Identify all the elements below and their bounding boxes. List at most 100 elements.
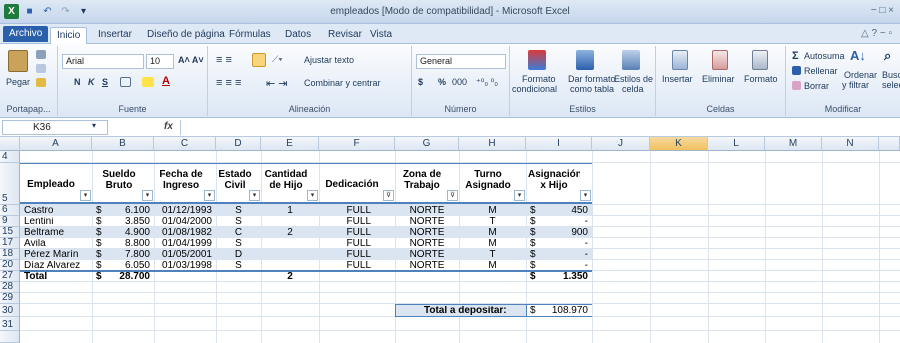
underline-button[interactable]: S (102, 77, 108, 87)
column-header-n[interactable]: N (822, 137, 879, 151)
cell-turno[interactable]: M (459, 206, 526, 216)
column-header-h[interactable]: H (459, 137, 526, 151)
cell-zona[interactable]: NORTE (395, 250, 459, 260)
cell-hijos[interactable]: 1 (261, 206, 319, 216)
percent-button[interactable]: % (438, 77, 446, 87)
cell-sueldo[interactable]: 6.100 (104, 206, 150, 216)
cell-estado[interactable]: S (216, 239, 261, 249)
name-box-dropdown-icon[interactable]: ▾ (92, 121, 96, 130)
help-icon[interactable]: △ ? − ▫ (861, 28, 892, 39)
cell-fecha[interactable]: 01/08/1982 (158, 228, 212, 238)
filter-dropdown-icon[interactable]: ▾ (80, 190, 91, 201)
indent-icon[interactable]: ⇤ ⇥ (266, 77, 288, 90)
cell-sueldo[interactable]: 3.850 (104, 217, 150, 227)
row-header-32[interactable] (0, 331, 20, 343)
filter-dropdown-icon[interactable]: ▾ (580, 190, 591, 201)
cell-asignacion[interactable]: 900 (538, 228, 588, 238)
column-header-g[interactable]: G (395, 137, 459, 151)
format-table-label-1[interactable]: Dar formato (568, 74, 616, 84)
format-table-icon[interactable] (576, 50, 594, 70)
align-top-icon[interactable]: ≡ ≡ (216, 54, 232, 66)
conditional-format-label-1[interactable]: Formato (522, 74, 556, 84)
align-left-icon[interactable]: ≡ ≡ ≡ (216, 77, 241, 89)
cell-dedicacion[interactable]: FULL (321, 206, 371, 216)
conditional-format-icon[interactable] (528, 50, 546, 70)
cell-zona[interactable]: NORTE (395, 228, 459, 238)
cell-empleado[interactable]: Lentini (24, 217, 90, 227)
font-size-select[interactable]: 10 (146, 54, 174, 69)
column-header-e[interactable]: E (261, 137, 319, 151)
cell-estado[interactable]: D (216, 250, 261, 260)
find-label-1[interactable]: Buscar y (882, 70, 900, 80)
bold-button[interactable]: N (74, 77, 81, 87)
filter-dropdown-icon[interactable]: ▾ (514, 190, 525, 201)
row-header-30[interactable]: 30 (0, 304, 20, 317)
column-header-c[interactable]: C (154, 137, 216, 151)
cell-estado[interactable]: C (216, 228, 261, 238)
row-header-29[interactable]: 29 (0, 292, 20, 304)
tab-diseno-pagina[interactable]: Diseño de página (141, 27, 231, 44)
cell-dedicacion[interactable]: FULL (321, 217, 371, 227)
cell-hijos[interactable]: 2 (261, 228, 319, 238)
conditional-format-label-2[interactable]: condicional (512, 84, 557, 94)
cell-turno[interactable]: T (459, 217, 526, 227)
format-table-label-2[interactable]: como tabla (570, 84, 614, 94)
column-header-f[interactable]: F (319, 137, 395, 151)
window-controls[interactable]: − □ × (871, 5, 894, 16)
filter-dropdown-icon[interactable]: ▾ (249, 190, 260, 201)
cell-estado[interactable]: S (216, 217, 261, 227)
cell-empleado[interactable]: Pérez Marín (24, 250, 90, 260)
cut-icon[interactable] (36, 50, 46, 59)
row-header-31[interactable]: 31 (0, 317, 20, 331)
fx-icon[interactable]: fx (164, 121, 173, 132)
cell-styles-label-1[interactable]: Estilos de (614, 74, 653, 84)
cell-fecha[interactable]: 01/05/2001 (158, 250, 212, 260)
filter-active-icon[interactable]: ⊽ (447, 190, 458, 201)
find-label-2[interactable]: seleccionar (882, 80, 900, 90)
cell-zona[interactable]: NORTE (395, 206, 459, 216)
spreadsheet-grid[interactable]: A B C D E F G H I J K L M N 4 5 6 9 15 1… (0, 137, 900, 343)
italic-button[interactable]: K (88, 77, 95, 87)
delete-button[interactable]: Eliminar (702, 74, 735, 84)
fill-icon[interactable] (792, 66, 801, 75)
column-header-d[interactable]: D (216, 137, 261, 151)
cell-styles-label-2[interactable]: celda (622, 84, 644, 94)
align-middle-icon[interactable] (252, 53, 266, 67)
insert-cells-icon[interactable] (672, 50, 688, 70)
fill-button[interactable]: Rellenar (804, 66, 838, 76)
cell-asignacion[interactable]: - (538, 239, 588, 249)
formula-input[interactable] (180, 120, 896, 135)
decimals-icon[interactable]: ⁺⁰₀ ⁰₀ (476, 77, 498, 88)
cell-empleado[interactable]: Beltrame (24, 228, 90, 238)
column-header-k[interactable]: K (650, 137, 708, 151)
autosum-button[interactable]: Autosuma (804, 51, 845, 61)
select-all-corner[interactable] (0, 137, 20, 151)
cell-zona[interactable]: NORTE (395, 217, 459, 227)
find-icon[interactable]: ⌕ (884, 48, 891, 64)
thousands-button[interactable]: 000 (452, 77, 467, 87)
cell-zona[interactable]: NORTE (395, 239, 459, 249)
cell-sueldo[interactable]: 7.800 (104, 250, 150, 260)
cell-estado[interactable]: S (216, 206, 261, 216)
row-header-4[interactable]: 4 (0, 151, 20, 163)
tab-insertar[interactable]: Insertar (92, 27, 138, 44)
cell-empleado[interactable]: Ávila (24, 239, 90, 249)
column-header-b[interactable]: B (92, 137, 154, 151)
merge-center-button[interactable]: Combinar y centrar (304, 78, 381, 88)
autosum-icon[interactable]: Σ (792, 50, 799, 62)
column-header-j[interactable]: J (592, 137, 650, 151)
column-header-m[interactable]: M (765, 137, 822, 151)
sort-filter-icon[interactable]: A↓ (850, 48, 866, 63)
filter-dropdown-icon[interactable]: ▾ (204, 190, 215, 201)
format-painter-icon[interactable] (36, 78, 46, 87)
filter-active-icon[interactable]: ⊽ (383, 190, 394, 201)
cell-dedicacion[interactable]: FULL (321, 228, 371, 238)
sort-filter-label-1[interactable]: Ordenar (844, 70, 877, 80)
cell-fecha[interactable]: 01/04/1999 (158, 239, 212, 249)
tab-revisar[interactable]: Revisar (322, 27, 368, 44)
cell-asignacion[interactable]: 450 (538, 206, 588, 216)
cell-dedicacion[interactable]: FULL (321, 239, 371, 249)
tab-inicio[interactable]: Inicio (50, 27, 88, 44)
column-header-i[interactable]: I (526, 137, 592, 151)
format-cells-icon[interactable] (752, 50, 768, 70)
